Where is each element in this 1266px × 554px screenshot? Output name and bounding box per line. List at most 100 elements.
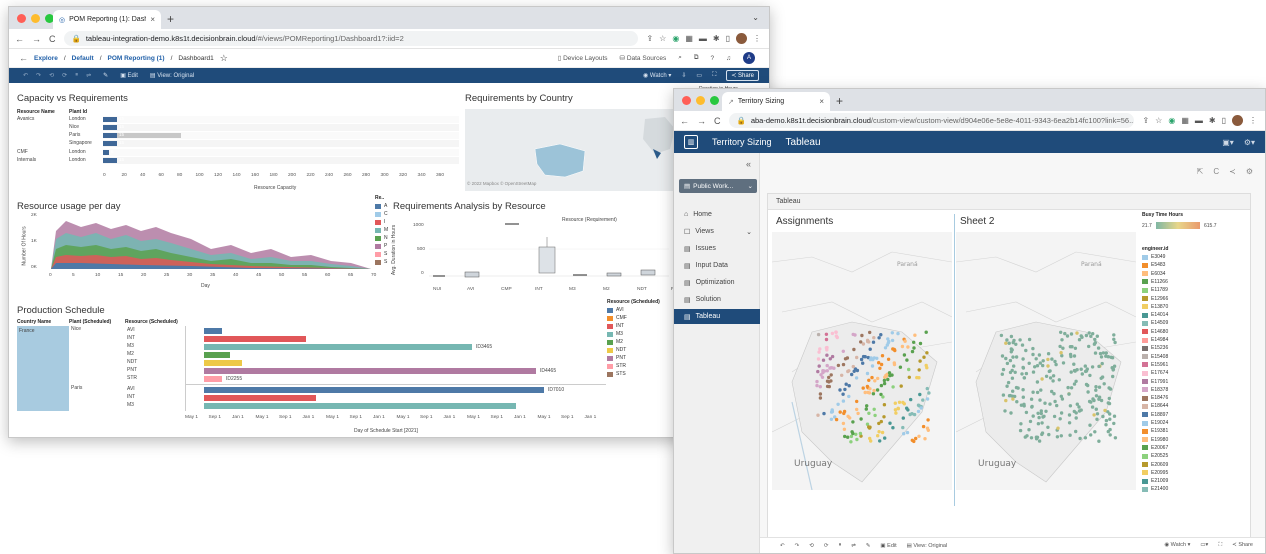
engineer-legend-item[interactable]: E3049 (1142, 254, 1165, 260)
map-point[interactable] (873, 379, 877, 383)
map-point[interactable] (1097, 364, 1101, 369)
map-point[interactable] (824, 346, 829, 350)
map-point[interactable] (1085, 367, 1089, 371)
refresh-icon[interactable]: ⟳ (824, 543, 829, 549)
engineer-legend-item[interactable]: E15236 (1142, 345, 1168, 351)
map-point[interactable] (878, 366, 882, 370)
map-point[interactable] (865, 384, 870, 389)
map-point[interactable] (866, 390, 870, 395)
forward-icon[interactable]: → (32, 34, 41, 44)
production-legend-item[interactable]: PNT (607, 355, 626, 361)
map-point[interactable] (1075, 331, 1079, 335)
map-point[interactable] (864, 407, 868, 411)
map-point[interactable] (1024, 348, 1028, 353)
user-avatar[interactable]: A (743, 52, 755, 64)
map-point[interactable] (903, 339, 907, 343)
map-point[interactable] (1001, 367, 1006, 372)
map-point[interactable] (1028, 419, 1033, 424)
map-point[interactable] (818, 347, 822, 351)
map-point[interactable] (868, 387, 872, 391)
revert-icon[interactable]: ⟲ (809, 543, 814, 549)
extension-icon[interactable]: ▬ (1195, 116, 1203, 125)
engineer-legend-item[interactable]: E11789 (1142, 287, 1168, 293)
map-point[interactable] (865, 404, 869, 408)
map-point[interactable] (1036, 422, 1041, 426)
map-point[interactable] (1000, 372, 1004, 376)
map-point[interactable] (1102, 382, 1106, 386)
map-point[interactable] (1112, 421, 1116, 426)
map-point[interactable] (1087, 331, 1091, 335)
map-point[interactable] (1108, 433, 1112, 437)
map-point[interactable] (851, 420, 855, 424)
map-point[interactable] (1090, 405, 1095, 409)
map-point[interactable] (825, 379, 830, 383)
map-point[interactable] (824, 332, 829, 336)
map-point[interactable] (1079, 367, 1083, 371)
map-point[interactable] (912, 412, 917, 417)
map-point[interactable] (886, 357, 891, 361)
map-point[interactable] (858, 431, 863, 436)
map-point[interactable] (1095, 412, 1100, 416)
map-point[interactable] (1035, 380, 1040, 384)
map-point[interactable] (1063, 331, 1067, 336)
map-point[interactable] (1010, 376, 1015, 380)
map-point[interactable] (918, 341, 923, 346)
map-point[interactable] (842, 427, 847, 431)
map-point[interactable] (850, 372, 854, 377)
map-point[interactable] (868, 357, 873, 362)
map-point[interactable] (1047, 432, 1051, 437)
extension-icon[interactable]: ▦ (1181, 116, 1189, 125)
map-point[interactable] (838, 388, 842, 392)
map-point[interactable] (1080, 372, 1084, 376)
engineer-legend-item[interactable]: E18476 (1142, 395, 1168, 401)
map-point[interactable] (898, 365, 903, 369)
map-point[interactable] (816, 357, 821, 361)
map-point[interactable] (1048, 402, 1052, 406)
map-point[interactable] (1066, 385, 1070, 390)
map-point[interactable] (902, 353, 907, 357)
settings-gear-icon[interactable]: ⚙▾ (1244, 138, 1255, 147)
map-point[interactable] (879, 333, 883, 337)
map-point[interactable] (872, 336, 876, 340)
puzzle-icon[interactable]: ✱ (1209, 116, 1216, 125)
map-point[interactable] (1096, 346, 1101, 350)
map-point[interactable] (1067, 421, 1072, 425)
map-point[interactable] (875, 388, 880, 392)
map-point[interactable] (855, 407, 859, 412)
map-point[interactable] (855, 399, 859, 404)
map-point[interactable] (882, 415, 886, 419)
map-point[interactable] (821, 358, 826, 362)
map-point[interactable] (1072, 362, 1076, 366)
pause-icon[interactable]: ⏸ (838, 542, 841, 549)
map-point[interactable] (915, 375, 919, 380)
usage-legend-item[interactable]: P (375, 243, 387, 249)
map-point[interactable] (827, 375, 831, 380)
gantt-area[interactable]: ID3465 ID4465 ID2255 ID7010 (185, 326, 606, 411)
back-icon[interactable]: ← (15, 34, 24, 44)
map-point[interactable] (1084, 333, 1089, 338)
map-point[interactable] (1046, 364, 1050, 368)
minimize-window-icon[interactable] (31, 14, 40, 23)
map-point[interactable] (1011, 389, 1015, 393)
map-point[interactable] (916, 403, 921, 407)
new-tab-icon[interactable]: + (167, 12, 174, 26)
clipboard-icon[interactable]: ▣▾ (1222, 138, 1234, 147)
map-point[interactable] (829, 373, 833, 377)
engineer-legend-item[interactable]: E13870 (1142, 304, 1168, 310)
map-point[interactable] (860, 333, 864, 338)
map-point[interactable] (841, 399, 846, 403)
puzzle-icon[interactable]: ✱ (713, 34, 720, 43)
workspace-selector[interactable]: ▤ Public Work... ⌄ (679, 179, 757, 193)
engineer-legend-item[interactable]: E20067 (1142, 445, 1168, 451)
map-point[interactable] (817, 350, 821, 354)
map-point[interactable] (890, 331, 894, 335)
usage-legend-item[interactable]: A (375, 203, 387, 209)
map-point[interactable] (1052, 392, 1056, 396)
engineer-legend-item[interactable]: E14680 (1142, 329, 1168, 335)
map-point[interactable] (859, 417, 863, 421)
map-point[interactable] (1091, 332, 1095, 336)
map-point[interactable] (1061, 361, 1066, 365)
map-point[interactable] (854, 376, 859, 380)
map-point[interactable] (1061, 346, 1065, 350)
production-legend-item[interactable]: STS (607, 371, 626, 377)
